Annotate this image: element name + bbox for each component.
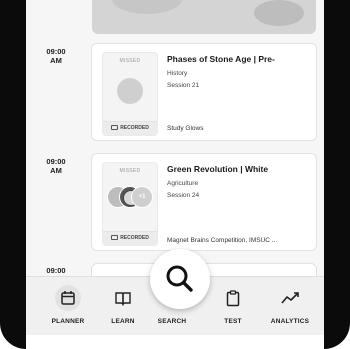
calendar-icon [55, 285, 81, 311]
book-icon [110, 285, 136, 311]
session-subject: History [167, 70, 188, 77]
session-card[interactable]: MISSED +1 RECORDED Green Revolution | Wh… [91, 153, 317, 251]
nav-label: SEARCH [157, 318, 187, 325]
recorded-button[interactable]: RECORDED [103, 231, 157, 245]
nav-label: TEST [224, 318, 242, 325]
session-title: Green Revolution | White [167, 164, 269, 174]
phone-bezel [0, 0, 26, 349]
nav-item-learn[interactable]: LEARN [95, 277, 151, 335]
recorded-button[interactable]: RECORDED [103, 121, 157, 135]
session-number: Session 24 [167, 192, 200, 199]
nav-item-analytics[interactable]: ANALYTICS [262, 277, 318, 335]
search-icon [166, 265, 193, 292]
nav-label: ANALYTICS [270, 318, 310, 325]
banner-art [112, 0, 182, 14]
session-thumbnail: MISSED +1 RECORDED [102, 162, 158, 246]
session-thumbnail: MISSED RECORDED [102, 52, 158, 136]
nav-label: PLANNER [51, 318, 85, 325]
session-time: 09:00 [46, 266, 66, 275]
search-button[interactable] [150, 249, 210, 309]
nav-item-test[interactable]: TEST [205, 277, 261, 335]
session-tag: Magnet Brains Competition, IMSUC ... [167, 237, 278, 244]
extra-avatars-count: +1 [131, 186, 153, 208]
recorded-label: RECORDED [120, 125, 149, 131]
session-time: 09:00 AM [46, 157, 66, 175]
nav-label: LEARN [111, 318, 135, 325]
nav-item-planner[interactable]: PLANNER [40, 277, 96, 335]
phone-frame: 09:00 AM MISSED RECORDED Phases of Stone… [0, 0, 350, 349]
video-icon [111, 235, 119, 241]
missed-badge: MISSED [119, 58, 141, 64]
session-card[interactable]: MISSED RECORDED Phases of Stone Age | Pr… [91, 43, 317, 141]
clipboard-icon [220, 285, 246, 311]
session-tag: Study Glows [167, 125, 204, 132]
banner-card[interactable] [92, 0, 316, 34]
recorded-label: RECORDED [120, 235, 149, 241]
session-number: Session 21 [167, 82, 200, 89]
avatar [117, 78, 143, 104]
session-subject: Agriculture [167, 180, 199, 187]
session-title: Phases of Stone Age | Pre- [167, 54, 275, 64]
avatar-group: +1 [107, 186, 155, 208]
session-time: 09:00 AM [46, 47, 66, 65]
phone-bezel [324, 0, 350, 349]
banner-art [254, 0, 304, 26]
video-icon [111, 125, 119, 131]
missed-badge: MISSED [119, 168, 141, 174]
chart-line-icon [277, 285, 303, 311]
